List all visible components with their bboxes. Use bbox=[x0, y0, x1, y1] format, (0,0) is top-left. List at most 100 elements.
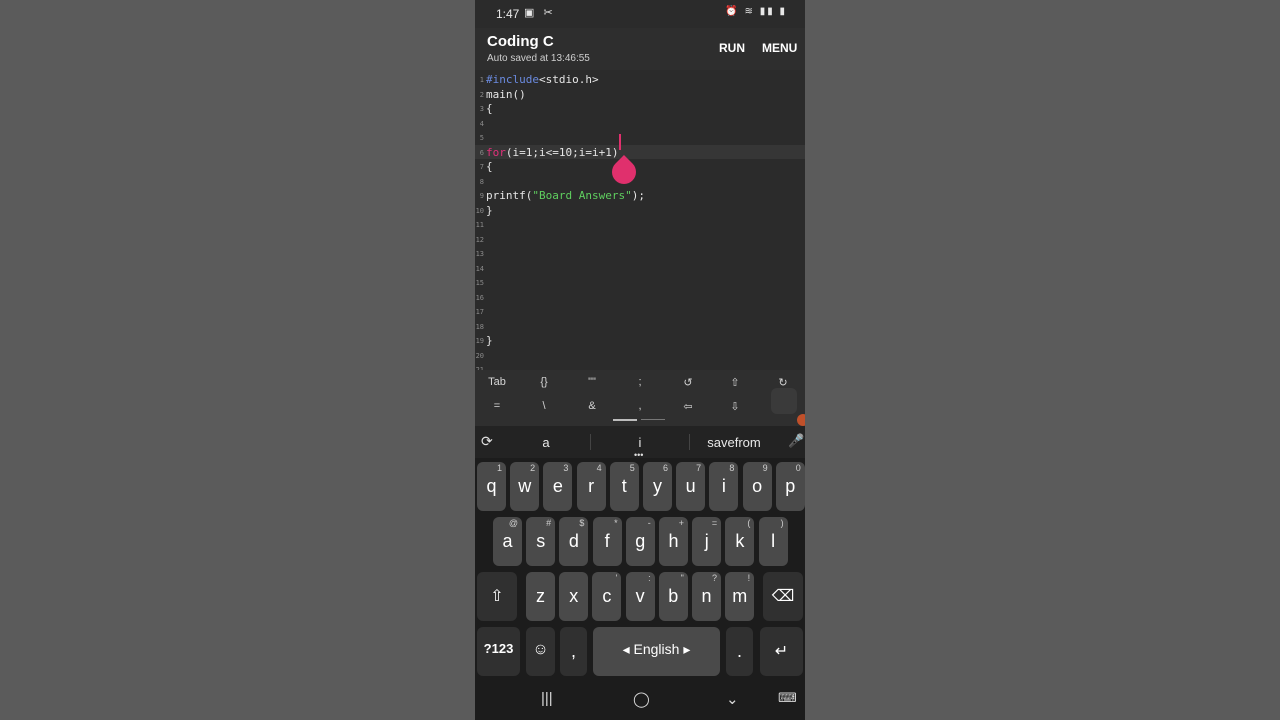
code-line[interactable]: 5 bbox=[475, 130, 805, 144]
period-key[interactable]: . bbox=[726, 627, 753, 676]
code-token: #include bbox=[486, 73, 539, 86]
key-b[interactable]: b " bbox=[658, 572, 688, 621]
extra-key[interactable]: & bbox=[572, 400, 612, 412]
symbols-key[interactable]: ?123 bbox=[477, 627, 520, 676]
suggestion-1[interactable]: a bbox=[511, 435, 581, 450]
key-e[interactable]: e3 bbox=[543, 462, 573, 511]
floating-keyboard-toggle[interactable] bbox=[771, 388, 797, 414]
extra-key[interactable]: Tab bbox=[477, 376, 517, 388]
extra-key[interactable]: ⇧ bbox=[715, 376, 755, 389]
code-line[interactable]: 14 bbox=[475, 261, 805, 275]
navigation-bar: ||| ◯ ⌄ ⌨ bbox=[475, 680, 805, 720]
extra-key[interactable]: = bbox=[477, 400, 517, 412]
key-label: z bbox=[536, 585, 545, 606]
key-m[interactable]: m! bbox=[725, 572, 755, 621]
key-g[interactable]: g- bbox=[625, 517, 655, 566]
key-t[interactable]: t5 bbox=[609, 462, 639, 511]
extra-key[interactable]: ⇦ bbox=[668, 400, 708, 413]
code-line[interactable]: 4 bbox=[475, 116, 805, 130]
code-line[interactable]: 19} bbox=[475, 333, 805, 347]
code-text: printf("Board Answers"); bbox=[486, 189, 645, 202]
space-key[interactable]: ◂ English ▸ bbox=[593, 627, 720, 676]
key-d[interactable]: d $ bbox=[559, 517, 589, 566]
code-line[interactable]: 15 bbox=[475, 275, 805, 289]
suggestion-3[interactable]: savefrom bbox=[697, 435, 771, 450]
enter-key[interactable]: ↵ bbox=[760, 627, 803, 676]
code-line[interactable]: 9 printf("Board Answers"); bbox=[475, 188, 805, 202]
key-l[interactable]: l) bbox=[758, 517, 788, 566]
extra-key[interactable]: ⇩ bbox=[715, 400, 755, 413]
code-token: <stdio.h> bbox=[538, 73, 599, 86]
run-button[interactable]: RUN bbox=[719, 41, 745, 55]
key-c[interactable]: c ' bbox=[592, 572, 622, 621]
key-h[interactable]: h + bbox=[659, 517, 688, 566]
key-hint: $ bbox=[579, 518, 585, 528]
key-hint: 4 bbox=[596, 463, 602, 473]
key-v[interactable]: v: bbox=[625, 572, 655, 621]
key-n[interactable]: n? bbox=[692, 572, 721, 621]
code-line[interactable]: 18 bbox=[475, 319, 805, 333]
extra-key[interactable]: {} bbox=[524, 376, 564, 388]
key-z[interactable]: z bbox=[526, 572, 555, 621]
key-j[interactable]: j = bbox=[692, 517, 722, 566]
comma-key[interactable]: , bbox=[560, 627, 587, 676]
code-line[interactable]: 16 bbox=[475, 290, 805, 304]
home-icon[interactable]: ◯ bbox=[633, 690, 650, 708]
emoji-key[interactable]: ☺ bbox=[526, 627, 555, 676]
clipboard-sync-icon[interactable]: ⟳ bbox=[481, 433, 493, 450]
key-hint: " bbox=[680, 573, 684, 583]
key-o[interactable]: o9 bbox=[742, 462, 772, 511]
key-hint: ? bbox=[711, 573, 717, 583]
code-line[interactable]: 3{ bbox=[475, 101, 805, 115]
code-token: "Board Answers" bbox=[532, 189, 632, 202]
key-label: e bbox=[552, 475, 563, 496]
code-text: } bbox=[486, 334, 493, 347]
code-line[interactable]: 10} bbox=[475, 203, 805, 217]
key-r[interactable]: r4 bbox=[576, 462, 606, 511]
code-line[interactable]: 7{ bbox=[475, 159, 805, 173]
code-line[interactable]: 1 #include<stdio.h> bbox=[475, 72, 805, 86]
extra-key[interactable]: ↺ bbox=[668, 376, 708, 389]
code-line[interactable]: 2 main() bbox=[475, 87, 805, 101]
key-k[interactable]: k( bbox=[725, 517, 755, 566]
code-line[interactable]: 20 bbox=[475, 348, 805, 362]
code-token: printf( bbox=[486, 189, 533, 202]
code-line[interactable]: 17 bbox=[475, 304, 805, 318]
code-line[interactable]: 11 bbox=[475, 217, 805, 231]
code-line[interactable]: 12 bbox=[475, 232, 805, 246]
extra-key[interactable]: "" bbox=[572, 376, 612, 388]
suggestion-2[interactable]: i bbox=[605, 435, 675, 450]
status-time: 1:47 bbox=[496, 7, 520, 21]
code-line[interactable]: 8 bbox=[475, 174, 805, 188]
key-hint: + bbox=[678, 518, 684, 528]
keyboard-switch-icon[interactable]: ⌨ bbox=[778, 690, 797, 706]
key-a[interactable]: a @ bbox=[493, 517, 522, 566]
key-s[interactable]: s # bbox=[526, 517, 556, 566]
code-line[interactable]: 13 bbox=[475, 246, 805, 260]
key-y[interactable]: y6 bbox=[643, 462, 672, 511]
extra-key[interactable]: ↻ bbox=[763, 376, 803, 389]
key-u[interactable]: u7 bbox=[676, 462, 706, 511]
key-label: u bbox=[685, 475, 696, 496]
key-label: y bbox=[653, 475, 662, 496]
shift-key[interactable]: ⇧ bbox=[477, 572, 517, 621]
code-editor[interactable]: 1 #include<stdio.h> 2 main() 3{4 5 6 for(i=1;i<… bbox=[475, 70, 805, 370]
mic-icon[interactable]: 🎤 bbox=[788, 433, 804, 449]
key-p[interactable]: p0 bbox=[775, 462, 805, 511]
line-number: 12 bbox=[475, 235, 484, 244]
code-line[interactable]: 21 bbox=[475, 362, 805, 370]
code-line[interactable]: 6 for(i=1;i<=10;i=i+1) bbox=[475, 144, 805, 159]
extra-key[interactable]: , bbox=[620, 400, 660, 412]
back-icon[interactable]: ⌄ bbox=[726, 690, 739, 708]
key-q[interactable]: q1 bbox=[477, 462, 506, 511]
extra-key[interactable]: \ bbox=[524, 400, 564, 412]
extra-key[interactable]: ; bbox=[620, 376, 660, 388]
menu-button[interactable]: MENU bbox=[762, 41, 797, 55]
more-suggestions-icon[interactable]: ••• bbox=[634, 450, 643, 460]
key-w[interactable]: w2 bbox=[510, 462, 540, 511]
backspace-key[interactable]: ⌫ bbox=[763, 572, 803, 621]
recents-icon[interactable]: ||| bbox=[541, 690, 553, 707]
key-f[interactable]: f * bbox=[592, 517, 622, 566]
key-i[interactable]: i8 bbox=[709, 462, 739, 511]
key-x[interactable]: x bbox=[559, 572, 589, 621]
